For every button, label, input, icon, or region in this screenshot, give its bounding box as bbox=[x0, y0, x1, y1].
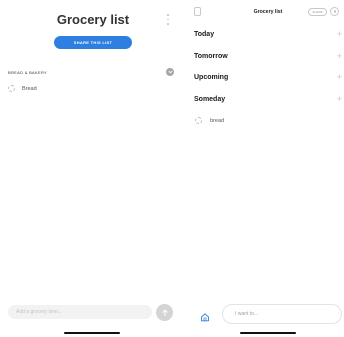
category-label: Someday bbox=[194, 96, 226, 103]
list-item[interactable]: bread bbox=[195, 117, 224, 124]
user-icon[interactable] bbox=[330, 7, 339, 16]
plus-icon[interactable]: + bbox=[337, 73, 342, 82]
item-checkbox[interactable] bbox=[8, 85, 15, 92]
plus-icon[interactable]: + bbox=[337, 30, 342, 39]
category-upcoming[interactable]: Upcoming + bbox=[194, 73, 342, 82]
grocery-list-screen: Grocery list SHARE THIS LIST BREAD & BAK… bbox=[0, 0, 182, 337]
category-label: Upcoming bbox=[194, 74, 229, 81]
arrow-up-icon[interactable] bbox=[156, 304, 173, 321]
task-categories-screen: Grocery list SHARE Today + Tomorrow + Up… bbox=[186, 0, 344, 337]
plus-icon[interactable]: + bbox=[337, 95, 342, 104]
item-label: Bread bbox=[22, 85, 37, 92]
category-today[interactable]: Today + bbox=[194, 30, 342, 39]
page-title: Grocery list bbox=[56, 12, 130, 27]
sidebar-icon[interactable] bbox=[194, 7, 201, 16]
category-someday[interactable]: Someday + bbox=[194, 95, 342, 104]
list-item[interactable]: Bread bbox=[8, 85, 37, 92]
home-indicator bbox=[240, 332, 296, 334]
home-icon[interactable] bbox=[200, 309, 210, 322]
more-vertical-icon[interactable] bbox=[166, 14, 170, 25]
category-label: Today bbox=[194, 31, 215, 38]
home-indicator bbox=[64, 332, 120, 334]
category-label: Tomorrow bbox=[194, 53, 228, 60]
item-checkbox[interactable] bbox=[195, 117, 202, 124]
category-tomorrow[interactable]: Tomorrow + bbox=[194, 52, 342, 61]
add-grocery-input[interactable]: Add a grocery item... bbox=[8, 305, 152, 319]
share-list-button[interactable]: SHARE THIS LIST bbox=[54, 36, 132, 49]
plus-icon[interactable]: + bbox=[337, 52, 342, 61]
item-label: bread bbox=[210, 117, 225, 124]
section-header-bread-bakery: BREAD & BAKERY bbox=[8, 70, 48, 75]
page-title: Grocery list bbox=[253, 9, 283, 15]
share-button[interactable]: SHARE bbox=[308, 8, 327, 16]
chevron-down-icon[interactable] bbox=[166, 68, 174, 76]
task-input[interactable]: I want to... bbox=[222, 304, 342, 324]
